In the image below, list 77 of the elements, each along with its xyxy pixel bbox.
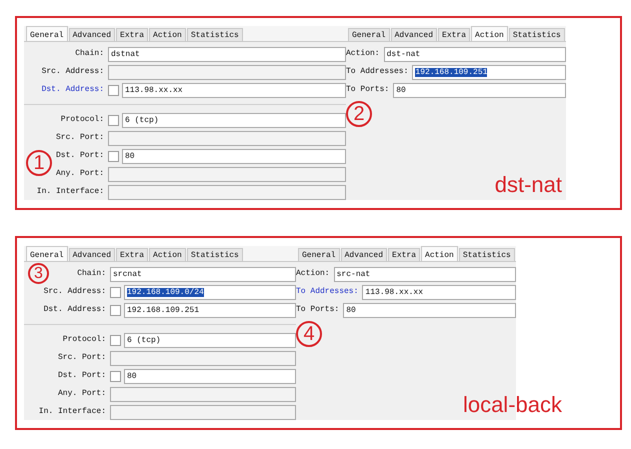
input-field[interactable]: 192.168.109.0/24	[124, 284, 296, 300]
input-field[interactable]	[108, 64, 346, 80]
field-label: To Ports:	[346, 84, 390, 96]
tab[interactable]: Advanced	[390, 28, 438, 41]
circled-number: 1	[26, 150, 52, 176]
field-label: Dst. Port:	[56, 150, 104, 162]
field-label: Protocol:	[62, 334, 106, 346]
input-field[interactable]	[110, 386, 296, 402]
field-label: Chain:	[75, 48, 104, 60]
tab[interactable]: Extra	[388, 248, 420, 261]
tab[interactable]: Statistics	[186, 248, 243, 261]
field-label: Src. Address:	[42, 66, 104, 78]
input-field[interactable]	[108, 130, 346, 146]
checkbox[interactable]	[108, 84, 119, 96]
tab[interactable]: Extra	[116, 248, 148, 261]
tab[interactable]: Statistics	[508, 28, 565, 41]
input-field[interactable]	[110, 350, 296, 366]
field-label: Src. Address:	[44, 286, 106, 298]
field-label: In. Interface:	[36, 186, 104, 198]
checkbox[interactable]	[110, 304, 121, 316]
tab[interactable]: Action	[421, 246, 458, 261]
tab[interactable]: General	[348, 28, 390, 41]
field-label: Action:	[296, 268, 330, 280]
input-field[interactable]: dstnat	[108, 46, 346, 62]
input-field[interactable]: 113.98.xx.xx	[122, 82, 346, 98]
field-label: To Addresses:	[346, 66, 408, 78]
tab[interactable]: General	[26, 246, 68, 261]
circled-number: 3	[28, 263, 49, 284]
input-field[interactable]: 192.168.109.251	[412, 64, 566, 80]
tab[interactable]: Advanced	[68, 28, 116, 41]
input-field[interactable]: 80	[122, 148, 346, 164]
input-field[interactable]: src-nat	[334, 266, 516, 282]
input-field[interactable]	[108, 166, 346, 182]
input-field[interactable]: 113.98.xx.xx	[362, 284, 516, 300]
field-label: Any. Port:	[56, 168, 104, 180]
field-label: Dst. Address:	[42, 84, 104, 96]
tab[interactable]: Advanced	[68, 248, 116, 261]
tab[interactable]: Action	[149, 248, 186, 261]
circled-number: 4	[296, 321, 322, 347]
input-field[interactable]: 6 (tcp)	[122, 112, 346, 128]
checkbox[interactable]	[108, 114, 119, 126]
checkbox[interactable]	[108, 150, 119, 162]
annotation-label: dst-nat	[494, 172, 562, 198]
field-label: Chain:	[77, 268, 106, 280]
field-label: Protocol:	[60, 114, 104, 126]
field-label: Src. Port:	[58, 352, 106, 364]
input-field[interactable]: dst-nat	[384, 46, 566, 62]
field-label: In. Interface:	[38, 406, 106, 418]
field-label: Dst. Port:	[58, 370, 106, 382]
checkbox[interactable]	[110, 286, 121, 298]
field-label: Dst. Address:	[44, 304, 106, 316]
tab[interactable]: Advanced	[340, 248, 388, 261]
field-label: Action:	[346, 48, 380, 60]
tab[interactable]: Extra	[438, 28, 470, 41]
circled-number: 2	[346, 101, 372, 127]
checkbox[interactable]	[110, 334, 121, 346]
field-label: To Addresses:	[296, 286, 358, 298]
input-field[interactable]: 80	[393, 82, 566, 98]
field-label: To Ports:	[296, 304, 340, 316]
input-field[interactable]: 80	[124, 368, 296, 384]
field-label: Src. Port:	[56, 132, 104, 144]
checkbox[interactable]	[110, 370, 121, 382]
tab[interactable]: Action	[471, 26, 508, 41]
tab[interactable]: Statistics	[186, 28, 243, 41]
tab[interactable]: Action	[149, 28, 186, 41]
input-field[interactable]: srcnat	[110, 266, 296, 282]
tab[interactable]: General	[26, 26, 68, 41]
input-field[interactable]: 6 (tcp)	[124, 332, 296, 348]
tab[interactable]: General	[298, 248, 340, 261]
annotation-label: local-back	[462, 392, 562, 418]
tab[interactable]: Statistics	[458, 248, 515, 261]
field-label: Any. Port:	[58, 388, 106, 400]
input-field[interactable]: 80	[343, 302, 516, 318]
input-field[interactable]: 192.168.109.251	[124, 302, 296, 318]
tab[interactable]: Extra	[116, 28, 148, 41]
input-field[interactable]	[110, 404, 296, 420]
input-field[interactable]	[108, 184, 346, 200]
